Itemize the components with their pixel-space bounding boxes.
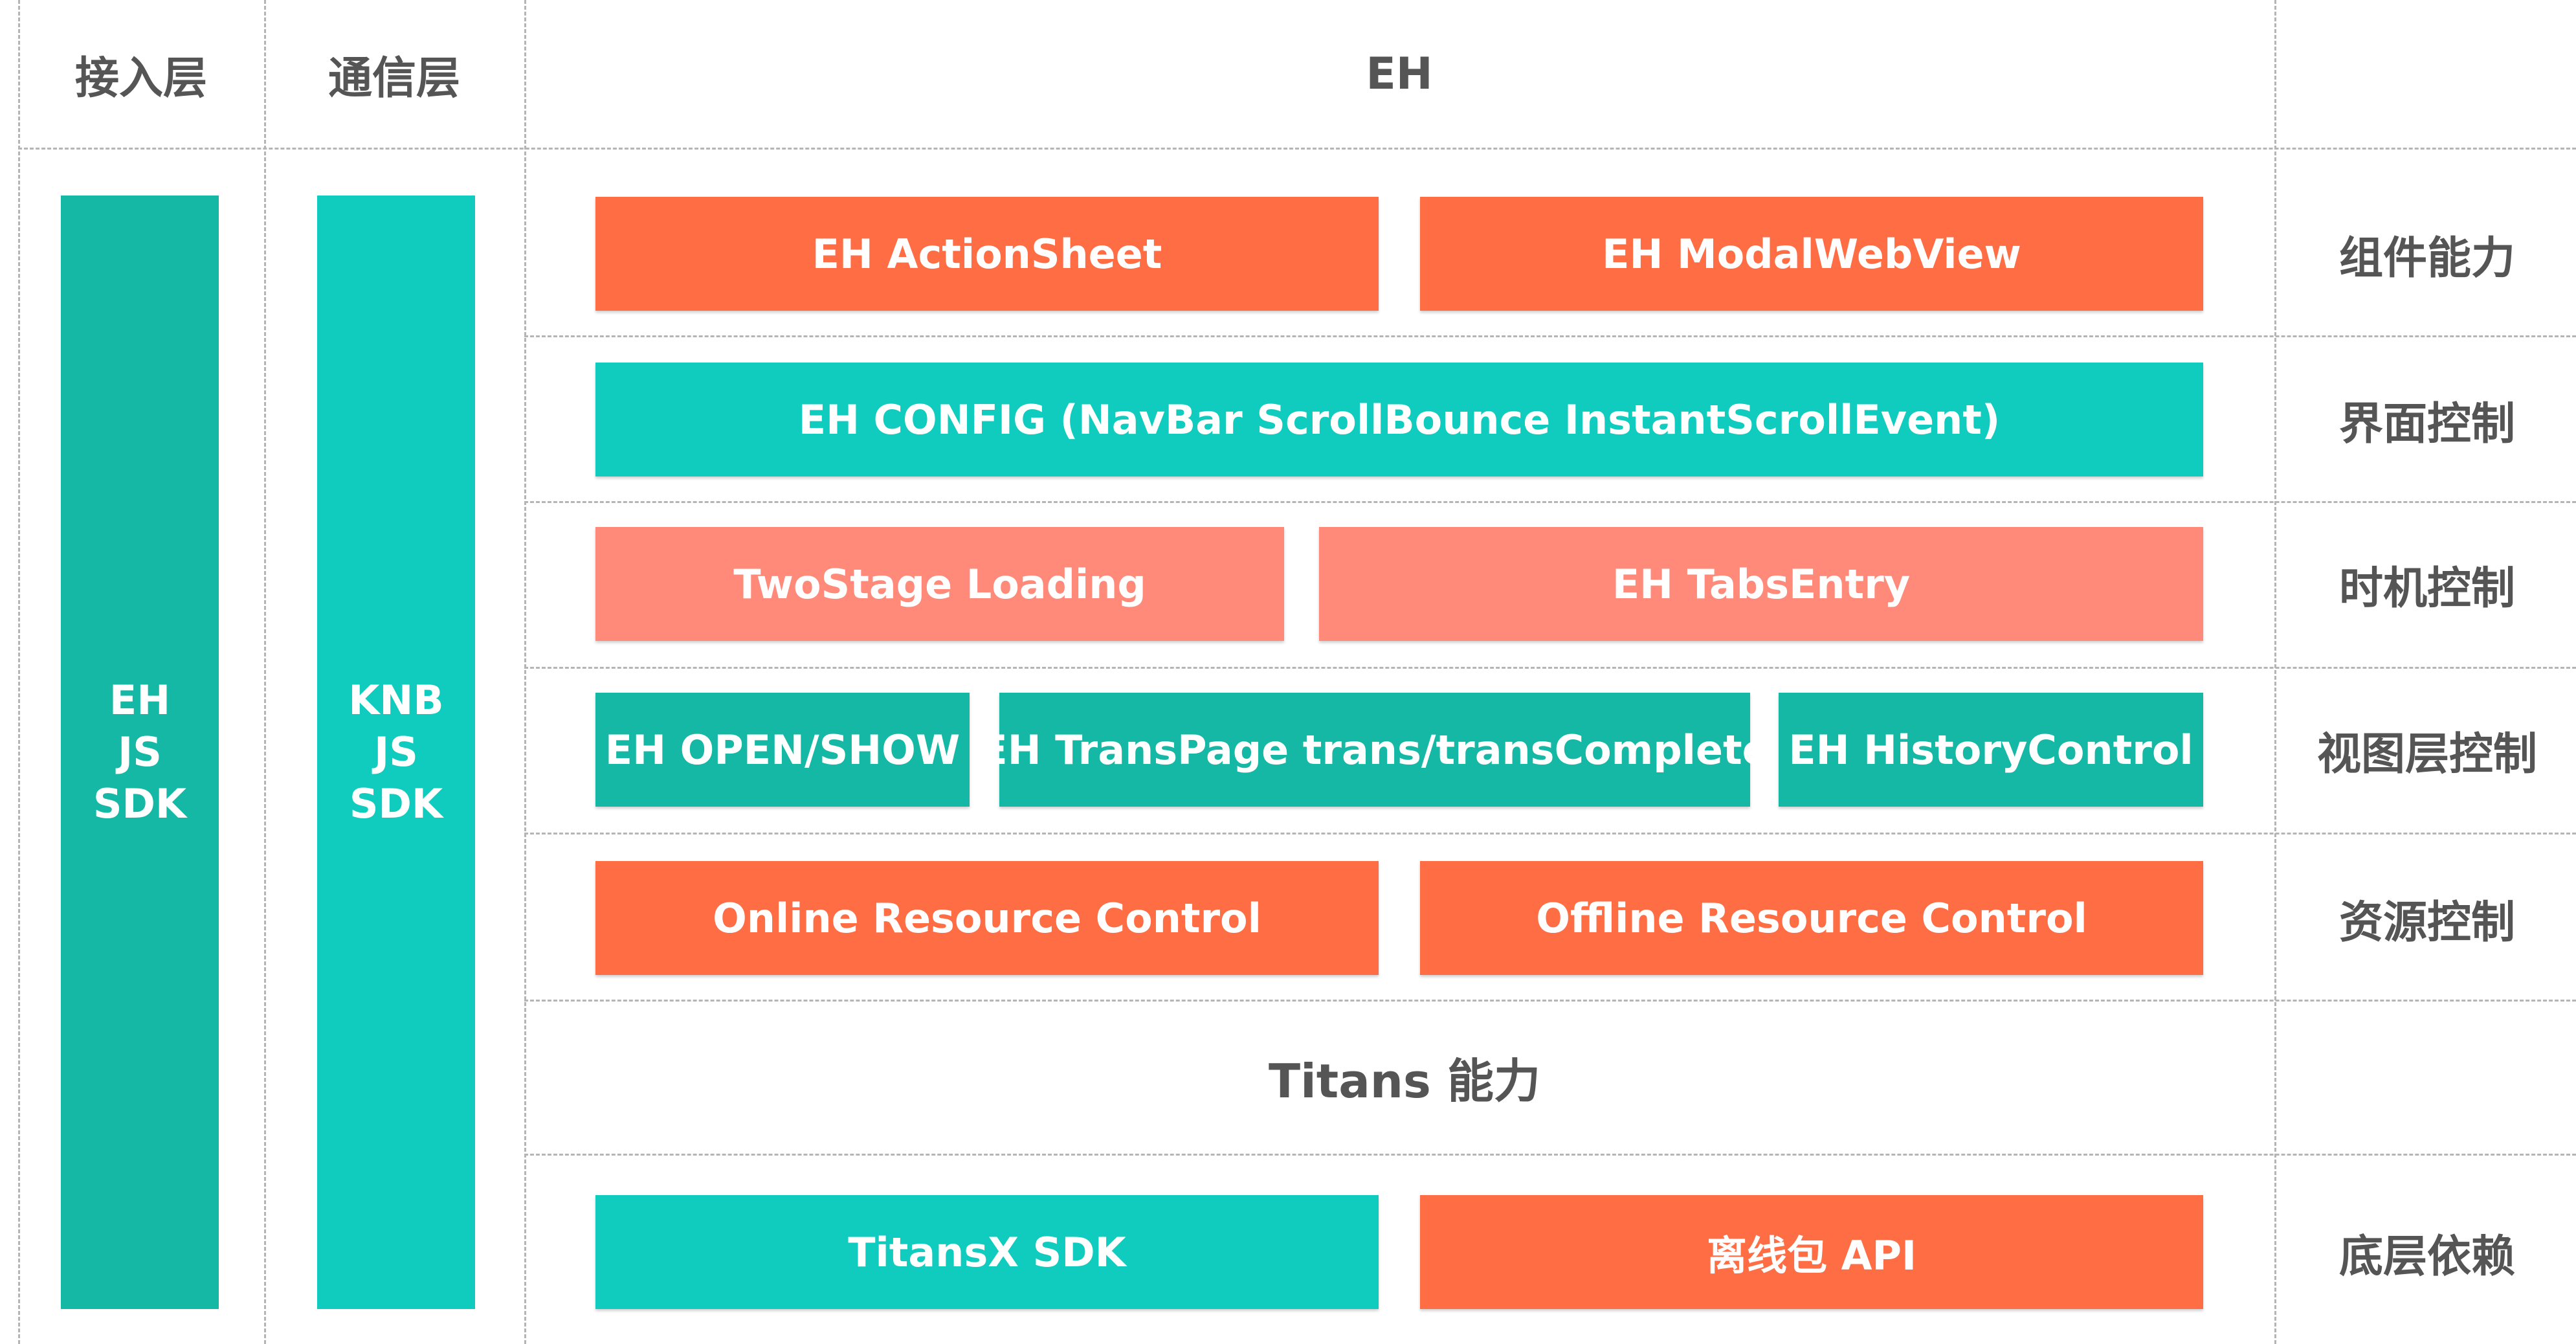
eh-historycontrol-box: EH HistoryControl bbox=[1779, 693, 2203, 807]
twostage-loading-box: TwoStage Loading bbox=[595, 527, 1284, 641]
titans-capability-label: Titans 能力 bbox=[1269, 1053, 1540, 1108]
label-component-capability: 组件能力 bbox=[2338, 232, 2515, 284]
knb-sdk-line-3: SDK bbox=[349, 780, 443, 827]
eh-actionsheet-box: EH ActionSheet bbox=[595, 197, 1379, 311]
knb-sdk-line-1: KNB bbox=[348, 677, 444, 724]
knb-sdk-line-2: JS bbox=[374, 728, 418, 776]
online-resource-control-box: Online Resource Control bbox=[595, 861, 1379, 975]
eh-config-box: EH CONFIG (NavBar ScrollBounce InstantSc… bbox=[595, 363, 2203, 476]
eh-modalwebview-box: EH ModalWebView bbox=[1420, 197, 2203, 311]
eh-sdk-line-2: JS bbox=[118, 728, 162, 776]
label-view-layer-control: 视图层控制 bbox=[2316, 728, 2537, 780]
divider-row-6 bbox=[524, 1154, 2576, 1156]
divider-row-1 bbox=[524, 335, 2576, 337]
divider-row-4 bbox=[524, 833, 2576, 834]
divider-row-2 bbox=[524, 501, 2576, 503]
architecture-diagram: 接入层 通信层 EH EH JS SDK KNB JS SDK EH Actio… bbox=[0, 0, 2576, 1344]
divider-row-3 bbox=[524, 667, 2576, 669]
header-access-layer: 接入层 bbox=[74, 52, 207, 104]
divider-comm-eh bbox=[524, 0, 526, 1344]
label-base-dependency: 底层依赖 bbox=[2338, 1231, 2515, 1282]
knb-js-sdk-column: KNB JS SDK bbox=[317, 196, 475, 1309]
label-ui-control: 界面控制 bbox=[2338, 398, 2515, 450]
label-resource-control: 资源控制 bbox=[2338, 897, 2515, 948]
divider-left bbox=[18, 0, 20, 1344]
label-timing-control: 时机控制 bbox=[2338, 563, 2515, 614]
eh-sdk-line-1: EH bbox=[109, 677, 171, 724]
eh-transpage-box: EH TransPage trans/transComplete bbox=[980, 693, 1770, 807]
offline-resource-control-box: Offline Resource Control bbox=[1420, 861, 2203, 975]
eh-sdk-line-3: SDK bbox=[93, 780, 187, 827]
eh-open-show-box: EH OPEN/SHOW bbox=[595, 693, 970, 807]
titansx-sdk-box: TitansX SDK bbox=[595, 1195, 1379, 1309]
header-comm-layer: 通信层 bbox=[328, 52, 460, 104]
eh-tabsentry-box: EH TabsEntry bbox=[1319, 527, 2203, 641]
header-eh: EH bbox=[1366, 48, 1433, 100]
offline-package-api-box: 离线包 API bbox=[1420, 1195, 2203, 1309]
divider-access-comm bbox=[264, 0, 266, 1344]
divider-header bbox=[18, 148, 2576, 150]
eh-js-sdk-column: EH JS SDK bbox=[61, 196, 219, 1309]
